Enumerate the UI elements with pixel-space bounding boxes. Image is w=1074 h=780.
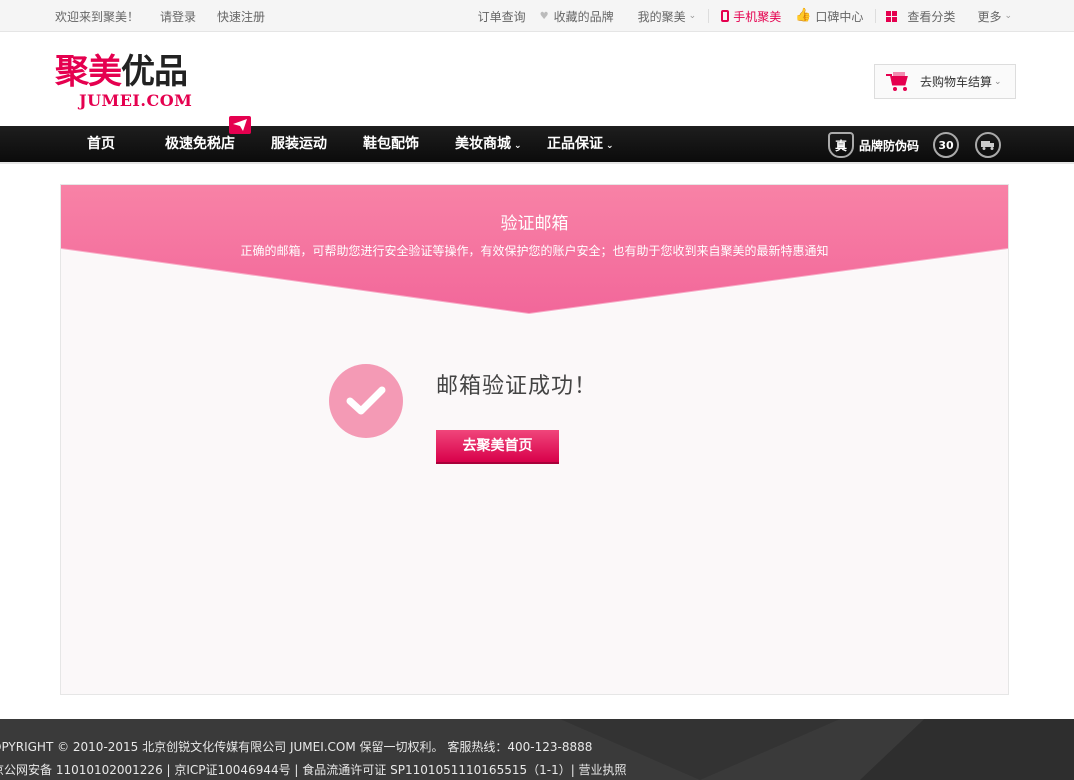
mobile-jumei-link[interactable]: 手机聚美	[721, 8, 781, 25]
delivery-truck-icon[interactable]	[975, 132, 1002, 158]
cart-checkout-label: 去购物车结算	[920, 75, 993, 89]
verify-title: 验证邮箱	[500, 214, 569, 234]
send-icon	[229, 116, 251, 134]
nav-beauty-mall[interactable]: 美妆商城 ⌄	[455, 126, 522, 162]
success-message: 邮箱验证成功！	[436, 374, 598, 399]
top-bar: 欢迎来到聚美！ 请登录 快速注册 订单查询 ♥ 收藏的品牌 我的聚美 ⌄ 手机聚…	[0, 0, 1074, 32]
go-home-button[interactable]: 去聚美首页	[436, 430, 559, 464]
footer: OPYRIGHT © 2010-2015 北京创锐文化传媒有限公司 JUMEI.…	[0, 719, 1074, 780]
register-link[interactable]: 快速注册	[217, 8, 265, 25]
top-bar-right: 订单查询 ♥ 收藏的品牌 我的聚美 ⌄ 手机聚美 👍 口碑中心 查看分类 更多 …	[464, 0, 1012, 32]
chevron-down-icon: ⌄	[606, 141, 614, 151]
nav-authentic[interactable]: 正品保证 ⌄	[547, 126, 614, 162]
welcome-text: 欢迎来到聚美！	[55, 9, 140, 24]
top-bar-left: 欢迎来到聚美！ 请登录 快速注册	[55, 0, 286, 32]
fav-brands-link[interactable]: ♥ 收藏的品牌	[540, 8, 614, 25]
fav-brands-label: 收藏的品牌	[553, 9, 614, 24]
verify-subtitle: 正确的邮箱，可帮助您进行安全验证等操作，有效保护您的账户安全；也有助于您收到来自…	[240, 244, 829, 258]
nav-apparel[interactable]: 服装运动	[271, 126, 327, 162]
phone-icon	[721, 10, 730, 22]
heart-icon: ♥	[539, 10, 549, 22]
logo-en: JUMEI.COM	[79, 91, 193, 110]
chevron-down-icon: ⌄	[1004, 11, 1012, 21]
brand-anti-fake-label[interactable]: 品牌防伪码	[859, 137, 919, 154]
thirty-day-return-icon[interactable]: 30	[933, 132, 960, 158]
nav-duty-free[interactable]: 极速免税店	[165, 126, 235, 162]
mobile-jumei-label: 手机聚美	[733, 9, 782, 24]
license-text: 京公网安备 11010102001226 | 京ICP证10046944号 | …	[0, 763, 627, 777]
categories-link[interactable]: 查看分类	[886, 8, 955, 25]
assurance-badges: 真 品牌防伪码 30	[828, 131, 1017, 159]
nav-shoes-bags[interactable]: 鞋包配饰	[363, 126, 419, 162]
logo-cn: 聚美优品	[55, 52, 215, 92]
more-menu[interactable]: 更多 ⌄	[977, 8, 1012, 25]
chevron-down-icon: ⌄	[994, 76, 1002, 87]
reputation-label: 口碑中心	[815, 9, 864, 24]
nav-authentic-label: 正品保证	[547, 136, 603, 152]
reputation-link[interactable]: 👍 口碑中心	[795, 8, 863, 25]
more-label: 更多	[977, 9, 1002, 24]
divider	[708, 9, 710, 23]
main-nav: 首页 极速免税店 服装运动 鞋包配饰 美妆商城 ⌄ 正品保证 ⌄ 真 品牌防伪码 3…	[0, 116, 1074, 164]
header: 聚美优品 JUMEI.COM 去购物车结算 ⌄	[0, 32, 1074, 126]
login-link[interactable]: 请登录	[160, 8, 196, 25]
logo-cn-suffix: 优品	[121, 52, 188, 92]
checkmark-icon	[329, 364, 403, 438]
nav-beauty-mall-label: 美妆商城	[455, 136, 511, 152]
categories-label: 查看分类	[907, 9, 956, 24]
shield-icon: 真	[828, 132, 854, 158]
verify-email-panel: 验证邮箱 正确的邮箱，可帮助您进行安全验证等操作，有效保护您的账户安全；也有助于…	[60, 184, 1009, 695]
cart-checkout-button[interactable]: 去购物车结算 ⌄	[874, 64, 1016, 99]
grid-icon	[886, 10, 898, 22]
order-query-link[interactable]: 订单查询	[478, 8, 526, 25]
logo-cn-brand: 聚美	[55, 52, 122, 92]
copyright-text: OPYRIGHT © 2010-2015 北京创锐文化传媒有限公司 JUMEI.…	[0, 740, 593, 754]
my-jumei-menu[interactable]: 我的聚美 ⌄	[638, 8, 697, 25]
chevron-down-icon: ⌄	[514, 141, 522, 151]
cart-icon	[886, 71, 912, 92]
divider	[875, 9, 877, 23]
jumei-logo[interactable]: 聚美优品 JUMEI.COM	[55, 52, 215, 114]
chevron-down-icon: ⌄	[688, 11, 697, 21]
nav-home[interactable]: 首页	[87, 126, 115, 162]
thumbs-up-icon: 👍	[795, 8, 812, 23]
my-jumei-label: 我的聚美	[637, 9, 686, 24]
